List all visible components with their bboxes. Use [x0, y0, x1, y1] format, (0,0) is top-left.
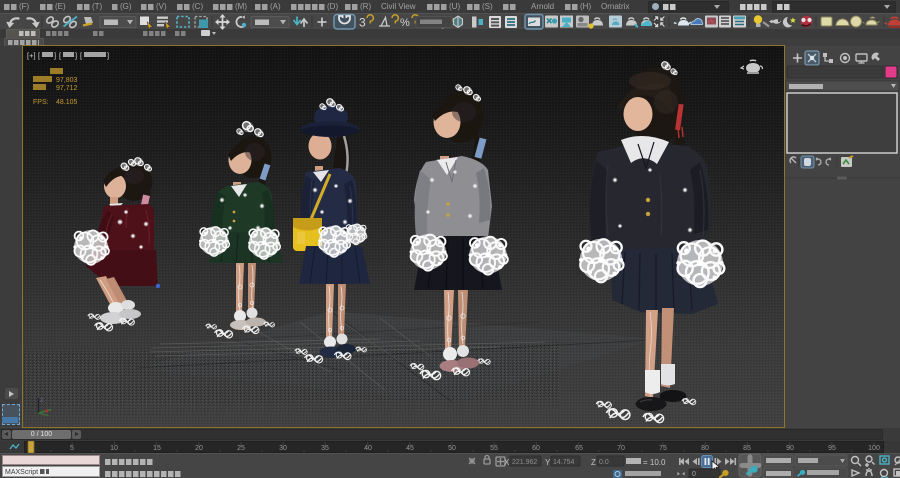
svg-text:60: 60	[532, 445, 540, 452]
svg-text:14.754: 14.754	[553, 459, 575, 466]
svg-text:85: 85	[743, 445, 751, 452]
svg-text:50: 50	[448, 445, 456, 452]
svg-text:FPS:: FPS:	[33, 99, 49, 106]
svg-text:48.105: 48.105	[56, 99, 78, 106]
svg-text:97,712: 97,712	[56, 85, 78, 92]
svg-text:75: 75	[659, 445, 667, 452]
svg-text:100: 100	[868, 445, 880, 452]
svg-text:0: 0	[692, 471, 696, 478]
svg-text:10: 10	[110, 445, 118, 452]
svg-text:3: 3	[359, 16, 366, 30]
svg-text:z: z	[40, 398, 43, 404]
svg-text:90: 90	[786, 445, 794, 452]
svg-text:]: ]	[107, 51, 109, 60]
svg-text:70: 70	[617, 445, 625, 452]
svg-text:[+]: [+]	[27, 51, 36, 60]
svg-text:= 10.0: = 10.0	[643, 458, 666, 467]
svg-text:30: 30	[279, 445, 287, 452]
svg-text:25: 25	[237, 445, 245, 452]
svg-text:40: 40	[364, 445, 372, 452]
svg-text:35: 35	[321, 445, 329, 452]
svg-text:45: 45	[406, 445, 414, 452]
svg-text:65: 65	[575, 445, 583, 452]
svg-text:97,803: 97,803	[56, 77, 78, 84]
svg-text:]: ]	[75, 51, 77, 60]
svg-text:221.962: 221.962	[512, 459, 537, 466]
svg-text:]: ]	[54, 51, 56, 60]
svg-text:80: 80	[701, 445, 709, 452]
svg-text:55: 55	[490, 445, 498, 452]
svg-text:15: 15	[153, 445, 161, 452]
svg-text:%: %	[400, 17, 410, 29]
svg-text:5: 5	[70, 445, 74, 452]
svg-text:95: 95	[828, 445, 836, 452]
svg-text:0.0: 0.0	[599, 459, 609, 466]
svg-text:20: 20	[195, 445, 203, 452]
